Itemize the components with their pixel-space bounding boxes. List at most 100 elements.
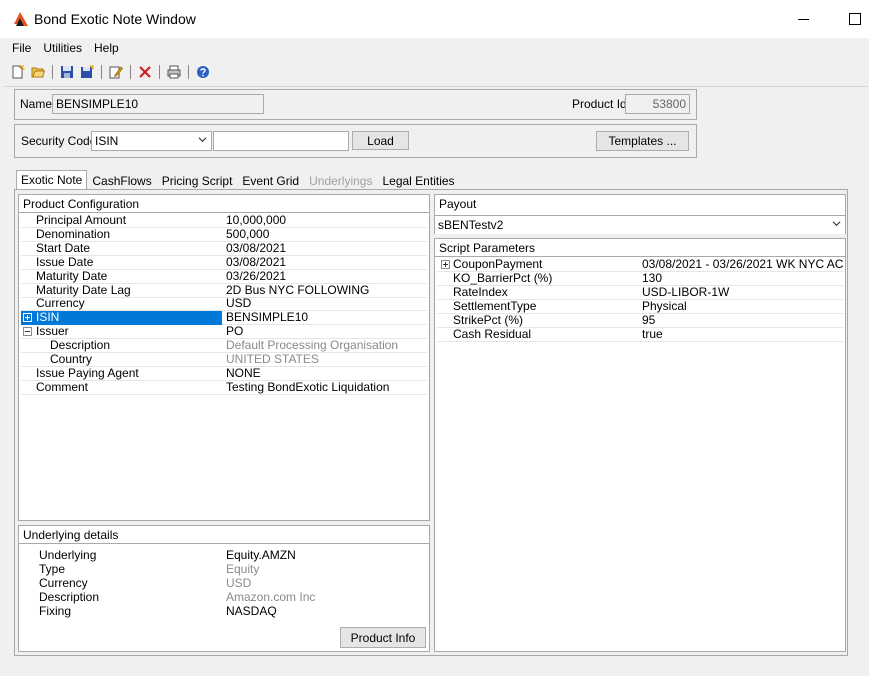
menu-utilities[interactable]: Utilities: [37, 41, 88, 55]
script-parameter-row[interactable]: CouponPayment 03/08/2021 - 03/26/2021 WK …: [437, 258, 844, 272]
tab-underlyings: Underlyings: [309, 174, 373, 188]
script-parameter-row[interactable]: KO_BarrierPct (%) 130: [437, 271, 844, 286]
property-name: Principal Amount: [36, 213, 127, 227]
security-code-input[interactable]: [213, 131, 349, 151]
property-name: Issue Date: [36, 254, 94, 269]
tab-exotic-note[interactable]: Exotic Note: [16, 170, 88, 190]
menu-help[interactable]: Help: [88, 41, 125, 55]
property-name: Description: [50, 338, 111, 353]
product-id-field: 53800: [625, 94, 690, 114]
underlying-row: Underlying Equity.AMZN: [21, 549, 427, 563]
payout-select-value: sBENTestv2: [438, 218, 504, 232]
collapse-icon[interactable]: [23, 327, 32, 337]
property-value: 03/08/2021: [226, 255, 287, 269]
script-parameter-row[interactable]: Cash Residual true: [437, 326, 844, 342]
tab-pricing-script[interactable]: Pricing Script: [157, 172, 238, 190]
property-value: Equity.AMZN: [226, 549, 296, 562]
product-config-row[interactable]: Issue Paying Agent NONE: [21, 366, 427, 381]
property-name: Start Date: [36, 240, 91, 255]
menu-file[interactable]: File: [6, 41, 37, 55]
property-value: 500,000: [226, 227, 270, 241]
script-parameter-row[interactable]: SettlementType Physical: [437, 298, 844, 314]
menu-bar-background: [0, 38, 869, 57]
product-config-row[interactable]: Principal Amount 10,000,000: [21, 214, 427, 228]
save-as-icon: [81, 65, 94, 78]
payout-select[interactable]: sBENTestv2: [435, 215, 845, 234]
parameter-value[interactable]: USD-LIBOR-1W: [642, 286, 844, 299]
property-name: Currency: [36, 296, 85, 311]
product-config-row[interactable]: Issuer PO: [21, 324, 427, 340]
product-config-row[interactable]: ISIN BENSIMPLE10: [21, 311, 427, 326]
name-label: Name: [20, 97, 53, 111]
title-bar: Bond Exotic Note Window: [0, 0, 869, 38]
load-button[interactable]: Load: [352, 131, 409, 150]
save-as-button[interactable]: [77, 62, 97, 82]
parameter-name: Cash Residual: [453, 326, 532, 341]
new-button[interactable]: [8, 62, 28, 82]
name-field[interactable]: BENSIMPLE10: [52, 94, 264, 114]
open-button[interactable]: [28, 62, 48, 82]
script-parameters-panel: Script Parameters CouponPayment 03/08/202…: [434, 238, 846, 652]
help-button[interactable]: [193, 62, 213, 82]
maximize-button[interactable]: [844, 8, 866, 30]
window-title: Bond Exotic Note Window: [34, 11, 196, 27]
edit-button[interactable]: [106, 62, 126, 82]
product-config-row[interactable]: Maturity Date Lag 2D Bus NYC FOLLOWING: [21, 283, 427, 298]
property-name: Underlying: [39, 548, 97, 562]
property-value: BENSIMPLE10: [226, 311, 309, 325]
parameter-value[interactable]: 95: [642, 314, 844, 327]
save-button[interactable]: [57, 62, 77, 82]
product-config-row[interactable]: Comment Testing BondExotic Liquidation: [21, 380, 427, 395]
product-config-row[interactable]: Denomination 500,000: [21, 227, 427, 242]
property-value: PO: [226, 325, 244, 339]
product-config-row[interactable]: Issue Date 03/08/2021: [21, 254, 427, 270]
property-value: NASDAQ: [226, 604, 277, 618]
script-parameter-row[interactable]: RateIndex USD-LIBOR-1W: [437, 285, 844, 300]
underlying-details-panel: Underlying details Underlying Equity.AMZN…: [18, 525, 430, 652]
product-config-row[interactable]: Country UNITED STATES: [21, 353, 427, 367]
parameter-value[interactable]: 130: [642, 272, 844, 285]
property-value: 10,000,000: [226, 214, 287, 227]
toolbar-separator: [188, 65, 189, 79]
underlying-row: Fixing NASDAQ: [21, 604, 427, 619]
app-logo-icon: [14, 12, 28, 26]
product-config-row[interactable]: Maturity Date 03/26/2021: [21, 268, 427, 284]
templates-button[interactable]: Templates ...: [596, 131, 689, 151]
parameter-value[interactable]: Physical: [642, 300, 844, 313]
security-code-type-select[interactable]: ISIN: [91, 131, 212, 151]
property-value: USD: [226, 576, 252, 590]
property-name: Type: [39, 561, 66, 576]
menu-bar: File Utilities Help: [6, 38, 119, 57]
tab-legal-entities[interactable]: Legal Entities: [377, 172, 459, 190]
parameter-value[interactable]: 03/08/2021 - 03/26/2021 WK NYC AC...: [642, 258, 844, 271]
script-parameters-title: Script Parameters: [435, 239, 845, 257]
parameter-name: StrikePct (%): [453, 312, 524, 327]
property-value: NONE: [226, 366, 261, 380]
parameter-name: SettlementType: [453, 298, 537, 313]
underlying-row: Type Equity: [21, 561, 427, 577]
product-config-row[interactable]: Start Date 03/08/2021: [21, 240, 427, 256]
product-id-label: Product Id: [572, 97, 627, 111]
minimize-button[interactable]: [792, 8, 814, 30]
tab-strip: Exotic Note CashFlows Pricing Script Event …: [16, 170, 460, 190]
property-value: 03/26/2021: [226, 269, 287, 283]
parameter-value[interactable]: true: [642, 328, 844, 341]
product-info-button[interactable]: Product Info: [340, 627, 426, 648]
print-button[interactable]: [164, 62, 184, 82]
script-parameter-row[interactable]: StrikePct (%) 95: [437, 312, 844, 328]
underlying-details-title: Underlying details: [19, 526, 429, 544]
delete-button[interactable]: [135, 62, 155, 82]
toolbar-divider: [4, 86, 868, 87]
tab-cashflows[interactable]: CashFlows: [87, 172, 156, 190]
product-config-row[interactable]: Description Default Processing Organisati…: [21, 338, 427, 354]
edit-icon: [109, 66, 123, 79]
delete-icon: [139, 66, 151, 78]
property-name: Issuer: [36, 324, 69, 339]
toolbar-separator: [159, 65, 160, 79]
expand-icon[interactable]: [23, 313, 32, 323]
property-value: USD: [226, 297, 252, 311]
property-name: Maturity Date: [36, 268, 108, 283]
expand-icon[interactable]: [441, 260, 450, 269]
product-config-row[interactable]: Currency USD: [21, 296, 427, 312]
tab-event-grid[interactable]: Event Grid: [237, 172, 304, 190]
